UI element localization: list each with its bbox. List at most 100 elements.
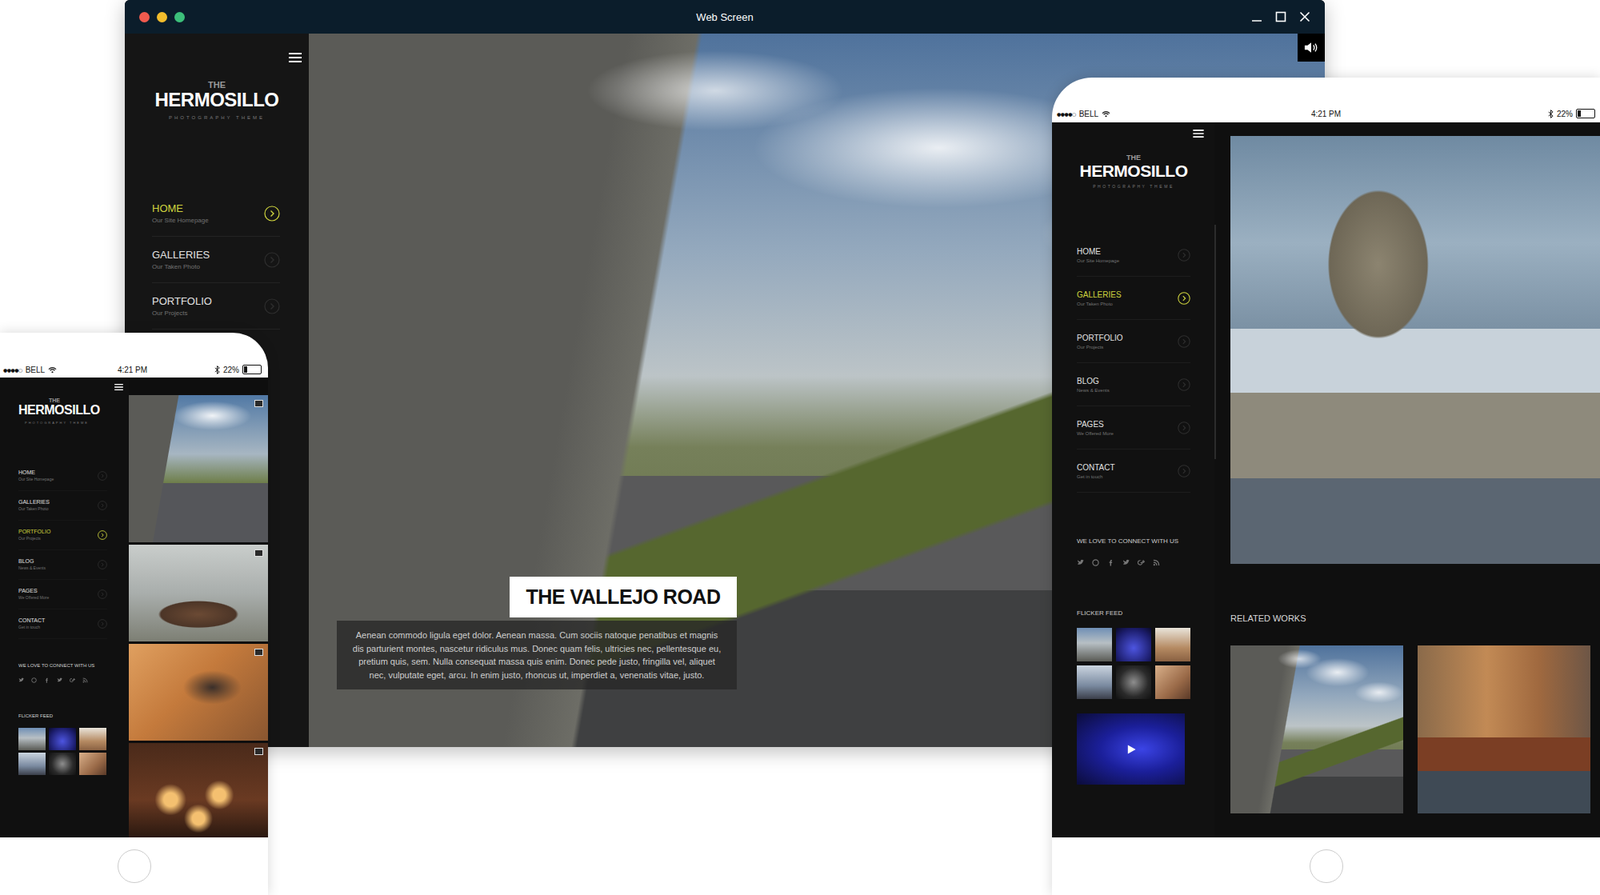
logo-name: HERMOSILLO (155, 89, 280, 111)
logo-prefix: THE (48, 397, 60, 404)
menu-item-subtitle: We Offered More (18, 595, 49, 600)
menu-item[interactable]: PORTFOLIOOur Projects (152, 283, 280, 330)
rss-icon[interactable] (1152, 559, 1160, 567)
facebook-icon[interactable] (1107, 559, 1115, 567)
menu-item-label: PORTFOLIO (152, 295, 212, 308)
gallery-photo[interactable] (128, 395, 268, 543)
menu-item[interactable]: BLOGNews & Events (1076, 363, 1191, 407)
pinterest-icon[interactable] (31, 677, 37, 684)
flicker-thumbnail[interactable] (1155, 628, 1191, 662)
zoom-light-icon[interactable] (174, 12, 185, 23)
tablet-screen: THEHERMOSILLOPHOTOGRAPHY THEME HOMEOur Si… (1052, 122, 1600, 838)
flicker-thumbnails (18, 728, 108, 776)
menu-item[interactable]: GALLERIESOur Taken Photo (18, 491, 108, 521)
arrow-circle-icon (1177, 421, 1191, 435)
twitter-icon[interactable] (1076, 559, 1084, 567)
status-time: 4:21 PM (1311, 109, 1341, 119)
related-photo[interactable] (1230, 645, 1404, 814)
caption-title: THE VALLEJO ROAD (509, 576, 737, 618)
menu-item-label: GALLERIES (18, 499, 50, 505)
google-plus-icon[interactable] (69, 677, 76, 684)
gallery-photo[interactable] (128, 544, 268, 642)
arrow-circle-icon (264, 205, 280, 222)
menu-item-text: HOMEOur Site Homepage (152, 202, 209, 224)
menu-item-subtitle: News & Events (18, 565, 46, 571)
menu-item-subtitle: Our Projects (18, 536, 51, 541)
minimize-light-icon[interactable] (156, 12, 168, 23)
caption-text: Aenean commodo ligula eget dolor. Aenean… (336, 620, 737, 690)
pinterest-icon[interactable] (1092, 559, 1100, 567)
close-light-icon[interactable] (139, 12, 150, 23)
menu-item-subtitle: Our Site Homepage (1076, 258, 1120, 264)
flicker-thumbnail[interactable] (1076, 665, 1112, 700)
logo[interactable]: THEHERMOSILLOPHOTOGRAPHY THEME (18, 397, 108, 425)
menu-item[interactable]: PAGESWe Offered More (18, 580, 108, 610)
menu-item-text: GALLERIESOur Taken Photo (1076, 290, 1122, 307)
flicker-thumbnail[interactable] (79, 752, 107, 776)
logo[interactable]: THEHERMOSILLOPHOTOGRAPHY THEME (1076, 153, 1191, 189)
flicker-thumbnail[interactable] (48, 728, 76, 751)
menu-item-label: HOME (152, 202, 209, 215)
flicker-thumbnail[interactable] (1116, 628, 1152, 662)
flicker-thumbnail[interactable] (18, 752, 46, 776)
logo-prefix: THE (1126, 153, 1141, 162)
battery-reading: 22% (223, 365, 240, 375)
gallery-photo[interactable] (128, 743, 268, 838)
logo-name: HERMOSILLO (18, 403, 100, 418)
menu-item[interactable]: CONTACTGet in touch (1076, 449, 1191, 493)
gallery-photo[interactable] (128, 644, 268, 741)
menu-item[interactable]: PORTFOLIOOur Projects (1076, 320, 1191, 364)
phone-mockup: ●●●●○BELL4:21 PM22%THEHERMOSILLOPHOTOGRA… (0, 332, 268, 895)
menu-item-text: HOMEOur Site Homepage (1076, 247, 1120, 264)
twitter-icon[interactable] (18, 677, 24, 684)
menu-item[interactable]: GALLERIESOur Taken Photo (152, 236, 280, 284)
hamburger-icon[interactable] (1192, 129, 1204, 138)
flicker-thumbnail[interactable] (48, 752, 76, 776)
maximize-icon[interactable] (1275, 11, 1287, 23)
gallery-photo[interactable] (1230, 136, 1600, 564)
google-plus-icon[interactable] (1137, 559, 1145, 567)
menu-item-text: PORTFOLIOOur Projects (1076, 333, 1124, 350)
facebook-icon[interactable] (44, 677, 50, 684)
menu-item-subtitle: Our Taken Photo (18, 506, 50, 512)
close-icon[interactable] (1299, 11, 1311, 23)
flicker-thumbnail[interactable] (1155, 665, 1191, 700)
menu-item[interactable]: HOMEOur Site Homepage (18, 461, 108, 492)
flicker-thumbnail[interactable] (1116, 665, 1152, 700)
menu-item[interactable]: CONTACTGet in touch (18, 609, 108, 640)
menu-item[interactable]: BLOGNews & Events (18, 550, 108, 580)
sound-button[interactable] (1297, 33, 1325, 62)
related-photo[interactable] (1417, 645, 1591, 814)
arrow-circle-icon (97, 530, 108, 540)
battery-fill (244, 366, 248, 373)
hamburger-icon[interactable] (288, 52, 302, 63)
menu-item-subtitle: Our Taken Photo (152, 263, 210, 271)
twitter-icon[interactable] (1122, 559, 1130, 567)
tablet-bottom-bezel (1052, 837, 1600, 895)
rss-icon[interactable] (82, 677, 88, 684)
menu-item-text: PAGESWe Offered More (1076, 420, 1114, 436)
hamburger-icon[interactable] (114, 384, 124, 391)
menu-item-label: PORTFOLIO (1076, 333, 1124, 343)
scrollbar[interactable] (1214, 224, 1216, 460)
home-button[interactable] (117, 849, 152, 884)
carrier: BELL (1079, 109, 1099, 119)
flicker-thumbnail[interactable] (79, 728, 107, 751)
home-button[interactable] (1309, 849, 1344, 884)
menu-item[interactable]: GALLERIESOur Taken Photo (1076, 276, 1191, 320)
arrow-circle-icon (1177, 464, 1191, 478)
menu-item[interactable]: PORTFOLIOOur Projects (18, 520, 108, 551)
menu-item[interactable]: HOMEOur Site Homepage (152, 190, 280, 237)
sidebar-top (18, 377, 124, 391)
twitter-icon[interactable] (56, 677, 63, 684)
menu-item[interactable]: HOMEOur Site Homepage (1076, 233, 1191, 277)
minimize-icon[interactable] (1251, 11, 1263, 23)
video-thumbnail[interactable] (1076, 713, 1185, 785)
arrow-circle-icon (97, 471, 108, 481)
flicker-thumbnail[interactable] (1076, 628, 1112, 662)
play-icon[interactable] (1125, 744, 1137, 756)
flicker-thumbnails (1076, 628, 1191, 700)
menu-item[interactable]: PAGESWe Offered More (1076, 406, 1191, 450)
flicker-thumbnail[interactable] (18, 728, 46, 751)
logo[interactable]: THEHERMOSILLOPHOTOGRAPHY THEME (124, 80, 309, 120)
